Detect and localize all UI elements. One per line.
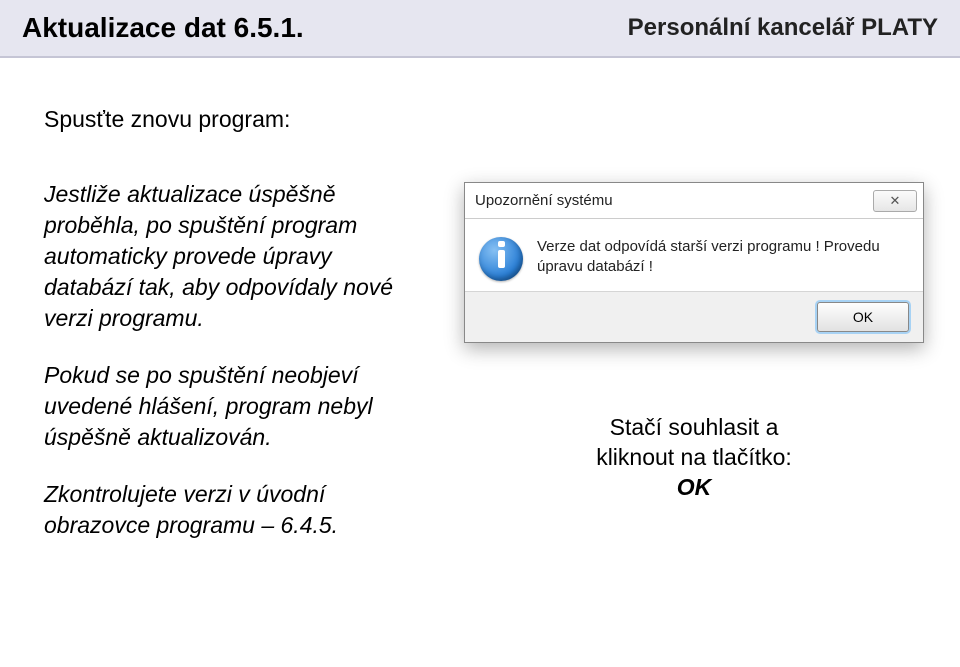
left-column: Spusťte znovu program: Jestliže aktualiz… xyxy=(44,104,424,568)
right-column: Upozornění systému ✕ Verze dat odpovídá … xyxy=(464,104,930,568)
paragraph-1: Jestliže aktualizace úspěšně proběhla, p… xyxy=(44,179,424,334)
info-icon xyxy=(479,237,523,281)
ok-button[interactable]: OK xyxy=(817,302,909,332)
header-title-right: Personální kancelář PLATY xyxy=(628,14,938,42)
dialog-caption: Stačí souhlasit a kliknout na tlačítko: … xyxy=(464,413,924,503)
content: Spusťte znovu program: Jestliže aktualiz… xyxy=(0,58,960,568)
paragraph-2: Pokud se po spuštění neobjeví uvedené hl… xyxy=(44,360,424,453)
close-icon: ✕ xyxy=(890,193,901,209)
page-header: Aktualizace dat 6.5.1. Personální kancel… xyxy=(0,0,960,58)
dialog-button-bar: OK xyxy=(465,291,923,342)
dialog-message: Verze dat odpovídá starší verzi programu… xyxy=(537,237,909,281)
header-title-left: Aktualizace dat 6.5.1. xyxy=(22,12,304,44)
close-button[interactable]: ✕ xyxy=(873,190,917,212)
system-dialog: Upozornění systému ✕ Verze dat odpovídá … xyxy=(464,182,924,343)
caption-line-2: kliknout na tlačítko: xyxy=(596,444,792,470)
paragraph-3: Zkontrolujete verzi v úvodní obrazovce p… xyxy=(44,479,424,541)
dialog-body: Verze dat odpovídá starší verzi programu… xyxy=(465,219,923,291)
dialog-titlebar: Upozornění systému ✕ xyxy=(465,183,923,219)
dialog-title: Upozornění systému xyxy=(475,192,613,209)
intro-text: Spusťte znovu program: xyxy=(44,104,424,135)
caption-ok: OK xyxy=(677,474,712,500)
caption-line-1: Stačí souhlasit a xyxy=(610,414,779,440)
